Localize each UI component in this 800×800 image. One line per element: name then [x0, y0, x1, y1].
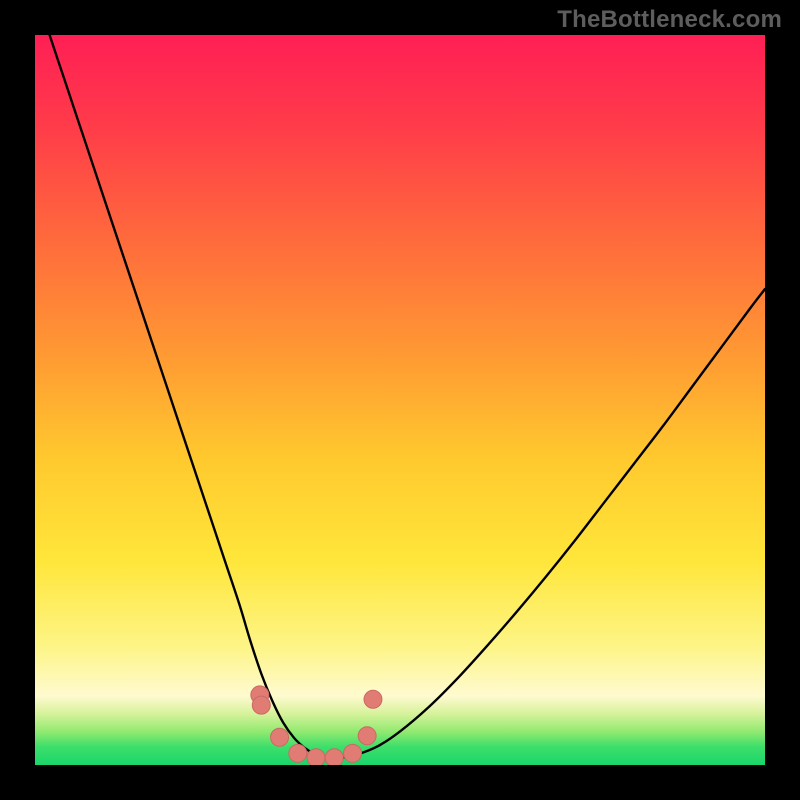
trough-marker — [289, 744, 307, 762]
plot-area — [35, 35, 765, 765]
trough-marker — [364, 690, 382, 708]
gradient-background — [35, 35, 765, 765]
watermark-text: TheBottleneck.com — [557, 6, 782, 34]
bottleneck-chart — [35, 35, 765, 765]
trough-marker — [358, 727, 376, 745]
trough-marker — [271, 728, 289, 746]
trough-marker — [307, 749, 325, 765]
trough-marker — [252, 696, 270, 714]
trough-marker — [325, 749, 343, 765]
outer-frame: TheBottleneck.com — [0, 0, 800, 800]
trough-marker — [344, 744, 362, 762]
